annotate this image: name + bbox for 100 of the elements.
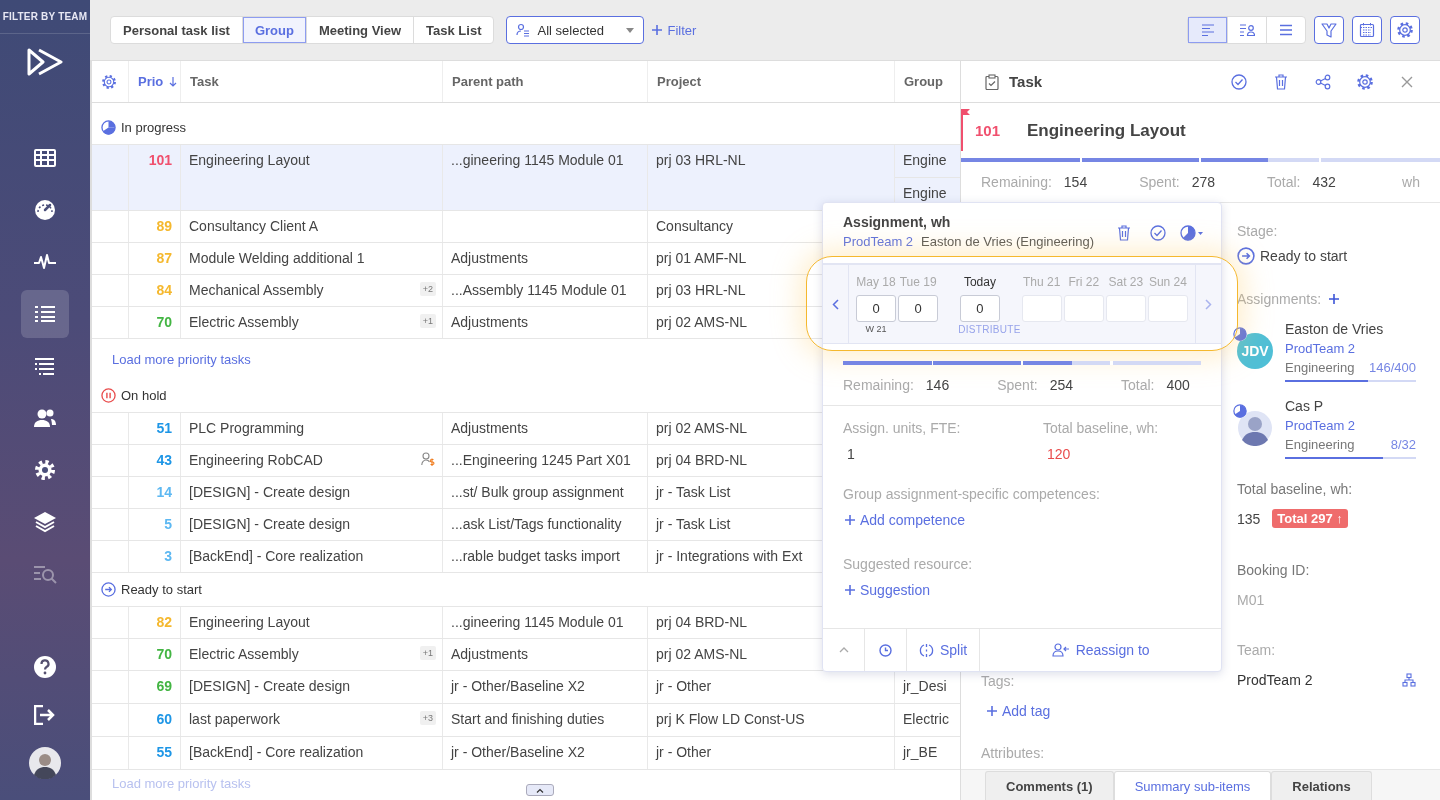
nav-item[interactable] xyxy=(21,290,69,338)
reassign-button[interactable]: Reassign to xyxy=(980,629,1221,671)
plus-icon xyxy=(845,515,855,525)
team-link[interactable]: ProdTeam 2 xyxy=(1285,418,1356,433)
panel-tab[interactable]: Comments (1) xyxy=(985,771,1114,800)
task-name: [BackEnd] - Core realization xyxy=(189,744,364,760)
project-name: prj 03 HRL-NL xyxy=(656,282,746,298)
initials-avatar: JDV xyxy=(1237,333,1273,369)
view-tab[interactable]: Task List xyxy=(413,17,494,43)
panel-title: Task xyxy=(1009,73,1043,90)
priority-value: 89 xyxy=(156,218,172,234)
tool-button[interactable] xyxy=(1390,16,1420,44)
tool-button[interactable] xyxy=(1352,16,1382,44)
add-assignment-button[interactable] xyxy=(1329,294,1340,304)
panel-tab[interactable]: Relations xyxy=(1271,771,1372,800)
group-name: Engine xyxy=(903,152,947,168)
pie-icon xyxy=(1233,404,1247,418)
stat-label: Total: xyxy=(1121,377,1155,393)
load-more-link[interactable]: Load more priority tasks xyxy=(112,351,251,367)
column-header[interactable]: Task xyxy=(190,74,219,89)
collapse-button[interactable] xyxy=(526,784,554,796)
align-left-icon xyxy=(1200,24,1215,36)
hours-field[interactable]: 0 xyxy=(856,295,897,322)
project-name: prj 02 AMS-NL xyxy=(656,420,748,436)
assignee-name: Easton de Vries xyxy=(1285,321,1384,337)
parent-path: Adjustments xyxy=(451,420,529,436)
filter-by-team-label: FILTER BY TEAM xyxy=(0,0,90,34)
stat-value: 278 xyxy=(1191,174,1216,190)
stat-label: Spent: xyxy=(1139,174,1180,190)
hierarchy-icon[interactable] xyxy=(1402,673,1416,687)
priority-value: 14 xyxy=(156,484,172,500)
parent-path: ...Assembly 1145 Module 01 xyxy=(451,282,627,298)
task-title: Engineering Layout xyxy=(1027,120,1186,141)
priority-value: 82 xyxy=(156,614,172,630)
pulse-icon xyxy=(33,253,57,271)
chevron-up-icon xyxy=(838,647,849,653)
stat-label: Remaining: xyxy=(981,174,1052,190)
filter-link[interactable]: Filter xyxy=(652,22,697,38)
hours-field[interactable]: 0 xyxy=(898,295,939,322)
priority-value: 5 xyxy=(164,516,172,532)
week-label: W 21 xyxy=(865,324,887,335)
priority-value: 55 xyxy=(156,744,172,760)
view-tab[interactable]: Personal task list xyxy=(111,17,242,43)
field-label: Assignments: xyxy=(1237,291,1322,307)
close-icon xyxy=(1401,75,1413,88)
check-circle-icon xyxy=(1150,225,1166,241)
add-tag-link[interactable]: Add tag xyxy=(987,703,1051,719)
group-name: Engine xyxy=(903,185,947,201)
project-name: Consultancy xyxy=(656,218,734,234)
project-name: jr - Other xyxy=(656,678,712,694)
hours-field[interactable]: 0 xyxy=(959,295,1000,322)
hours-ratio: 146/400 xyxy=(1369,360,1416,375)
logo-icon xyxy=(27,48,63,76)
column-header[interactable]: Parent path xyxy=(452,74,524,89)
unit-label: wh xyxy=(1402,174,1420,190)
field-label: Assign. units, FTE: xyxy=(843,420,962,436)
count-badge: +2 xyxy=(419,282,436,296)
project-name: prj 02 AMS-NL xyxy=(656,314,748,330)
hours-field[interactable] xyxy=(1063,295,1104,322)
field-label: Tags: xyxy=(981,673,1015,689)
project-name: jr - Other xyxy=(656,744,712,760)
task-name: Engineering Layout xyxy=(189,614,310,630)
day-label: Fri 22 xyxy=(1068,275,1100,289)
task-name: Consultancy Client A xyxy=(189,218,319,234)
baseline-value: 135 xyxy=(1237,510,1261,527)
hours-field[interactable] xyxy=(1105,295,1146,322)
column-header[interactable]: Prio xyxy=(138,74,164,89)
parent-path: Adjustments xyxy=(451,646,529,662)
table-row[interactable]: 55 [BackEnd] - Core realization jr - Other/Baseline X2 jr - Other jr_BE xyxy=(92,737,960,770)
view-tab[interactable]: Group xyxy=(241,17,306,43)
tool-button[interactable] xyxy=(1314,16,1344,44)
table-row[interactable]: 101 Engineering Layout ...gineering 1145 Module 01 prj 03 HRL-NL Engine Engine xyxy=(92,145,960,211)
task-name: [DESIGN] - Create design xyxy=(189,516,351,532)
stat-label: Remaining: xyxy=(843,377,914,393)
view-tab[interactable]: Meeting View xyxy=(305,17,414,43)
parent-path: ...gineering 1145 Module 01 xyxy=(451,614,624,630)
people-list-icon xyxy=(516,23,531,37)
team-select[interactable]: All selected xyxy=(506,16,645,44)
suggestion-link[interactable]: Suggestion xyxy=(845,582,931,598)
person-arrow-icon xyxy=(1051,643,1070,657)
trash-icon xyxy=(1274,73,1288,90)
panel-tab[interactable]: Summary sub-items xyxy=(1113,771,1272,800)
column-header[interactable]: Group xyxy=(904,74,943,89)
split-button[interactable]: Split xyxy=(907,629,981,671)
day-label: Today xyxy=(963,275,996,289)
layers-icon xyxy=(33,511,57,533)
stage-value: Ready to start xyxy=(1260,248,1348,264)
settings-icon[interactable] xyxy=(101,73,117,90)
chevron-right-icon xyxy=(1205,298,1212,310)
tree-list-icon xyxy=(34,357,56,375)
team-link[interactable]: ProdTeam 2 xyxy=(1285,341,1356,356)
hours-field[interactable] xyxy=(1147,295,1188,322)
hours-field[interactable] xyxy=(1021,295,1062,322)
parent-path: jr - Other/Baseline X2 xyxy=(451,744,585,760)
chart-search-icon xyxy=(33,564,57,584)
field-label: Stage: xyxy=(1237,223,1279,239)
priority-value: 60 xyxy=(156,711,172,727)
chevron-left-icon xyxy=(832,298,839,310)
column-header[interactable]: Project xyxy=(657,74,702,89)
table-row[interactable]: 60 last paperwork +3 Start and finishing duties prj K Flow LD Const-US Electric xyxy=(92,704,960,737)
